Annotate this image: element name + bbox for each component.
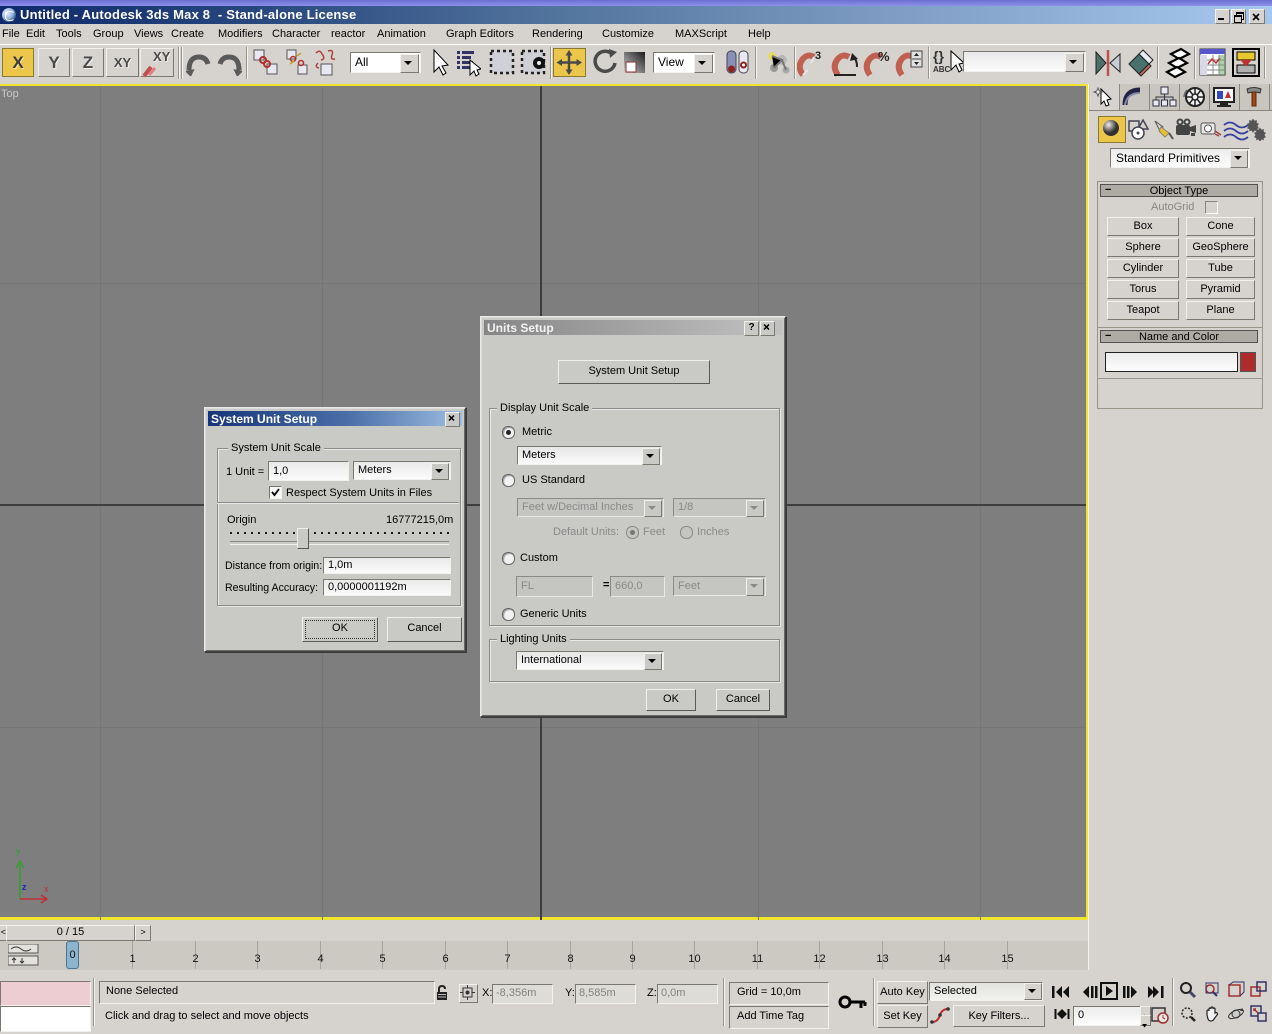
svg-text:%: %	[878, 49, 890, 64]
svg-text:z: z	[22, 882, 27, 892]
svg-text:3: 3	[815, 50, 821, 62]
svg-text:y: y	[16, 846, 21, 856]
svg-text:x: x	[44, 884, 49, 894]
